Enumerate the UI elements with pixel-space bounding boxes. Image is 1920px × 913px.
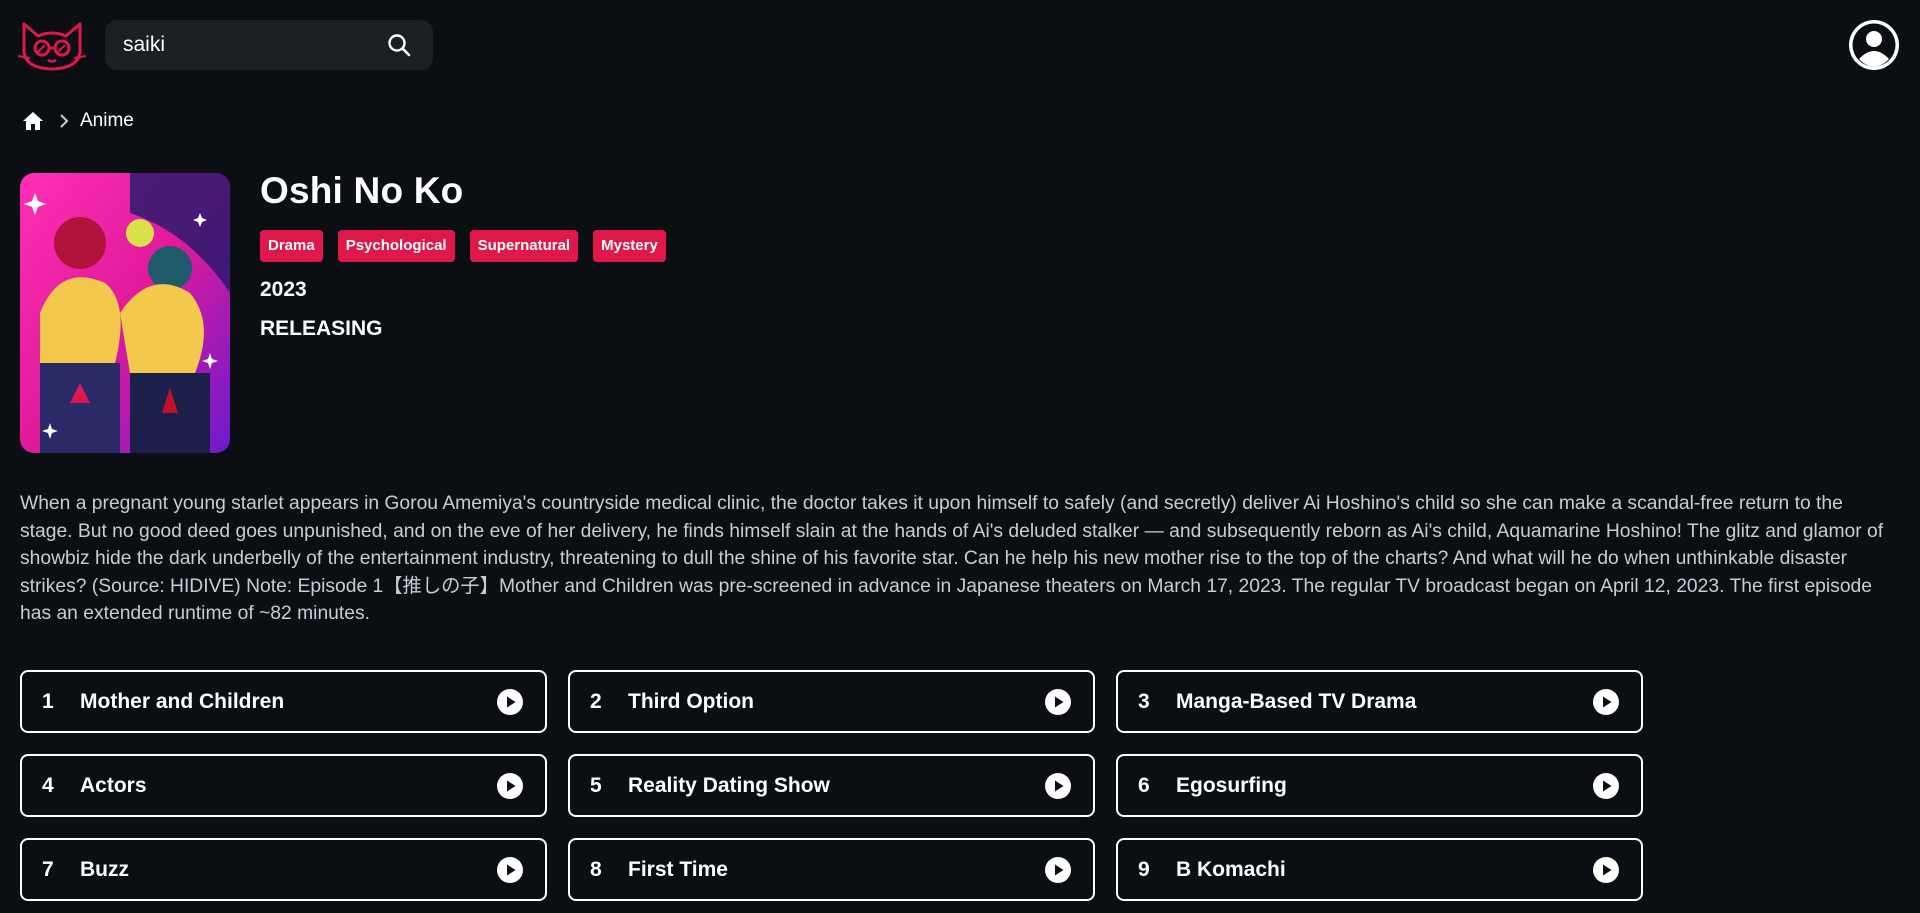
genre-list: Drama Psychological Supernatural Mystery — [260, 230, 666, 262]
anime-year: 2023 — [260, 278, 307, 301]
play-icon[interactable] — [1045, 857, 1071, 883]
anime-title: Oshi No Ko — [260, 170, 464, 211]
episode-card[interactable]: 3 Manga-Based TV Drama — [1116, 670, 1643, 733]
search-input[interactable] — [123, 20, 383, 70]
episode-title: Third Option — [628, 689, 754, 713]
episode-title: Mother and Children — [80, 689, 285, 713]
episode-number: 5 — [590, 773, 602, 797]
genre-tag-mystery[interactable]: Mystery — [593, 230, 666, 262]
episode-title: B Komachi — [1176, 857, 1286, 881]
anime-poster — [20, 173, 230, 453]
episode-card[interactable]: 2 Third Option — [568, 670, 1095, 733]
genre-tag-supernatural[interactable]: Supernatural — [469, 230, 579, 262]
anime-status: RELEASING — [260, 317, 383, 340]
episode-number: 1 — [42, 689, 54, 713]
episode-number: 4 — [42, 773, 54, 797]
episode-card[interactable]: 5 Reality Dating Show — [568, 754, 1095, 817]
chevron-right-icon — [56, 113, 72, 129]
episode-number: 7 — [42, 857, 54, 881]
anime-description: When a pregnant young starlet appears in… — [20, 493, 1884, 624]
cat-glasses-logo-icon[interactable] — [17, 20, 87, 72]
episode-grid: 1 Mother and Children 2 Third Option 3 M… — [20, 670, 1643, 901]
episode-card[interactable]: 8 First Time — [568, 838, 1095, 901]
user-circle-icon[interactable] — [1848, 19, 1900, 71]
top-bar — [0, 0, 1920, 90]
search-bar — [105, 20, 433, 70]
episode-number: 6 — [1138, 773, 1150, 797]
play-icon[interactable] — [1593, 857, 1619, 883]
episode-title: Buzz — [80, 857, 129, 881]
play-icon[interactable] — [497, 857, 523, 883]
episode-title: Egosurfing — [1176, 773, 1287, 797]
episode-number: 3 — [1138, 689, 1150, 713]
search-icon[interactable] — [387, 33, 411, 57]
play-icon[interactable] — [1045, 773, 1071, 799]
episode-title: Actors — [80, 773, 147, 797]
episode-number: 2 — [590, 689, 602, 713]
episode-card[interactable]: 7 Buzz — [20, 838, 547, 901]
episode-title: First Time — [628, 857, 728, 881]
episode-title: Reality Dating Show — [628, 773, 830, 797]
breadcrumb: Anime — [22, 108, 134, 134]
episode-card[interactable]: 6 Egosurfing — [1116, 754, 1643, 817]
play-icon[interactable] — [1045, 689, 1071, 715]
episode-card[interactable]: 9 B Komachi — [1116, 838, 1643, 901]
episode-number: 8 — [590, 857, 602, 881]
episode-title: Manga-Based TV Drama — [1176, 689, 1417, 713]
play-icon[interactable] — [1593, 689, 1619, 715]
genre-tag-psychological[interactable]: Psychological — [337, 230, 455, 262]
breadcrumb-current[interactable]: Anime — [80, 110, 134, 132]
genre-tag-drama[interactable]: Drama — [260, 230, 323, 262]
play-icon[interactable] — [1593, 773, 1619, 799]
home-icon[interactable] — [22, 110, 44, 132]
play-icon[interactable] — [497, 689, 523, 715]
play-icon[interactable] — [497, 773, 523, 799]
episode-card[interactable]: 4 Actors — [20, 754, 547, 817]
episode-number: 9 — [1138, 857, 1150, 881]
episode-card[interactable]: 1 Mother and Children — [20, 670, 547, 733]
